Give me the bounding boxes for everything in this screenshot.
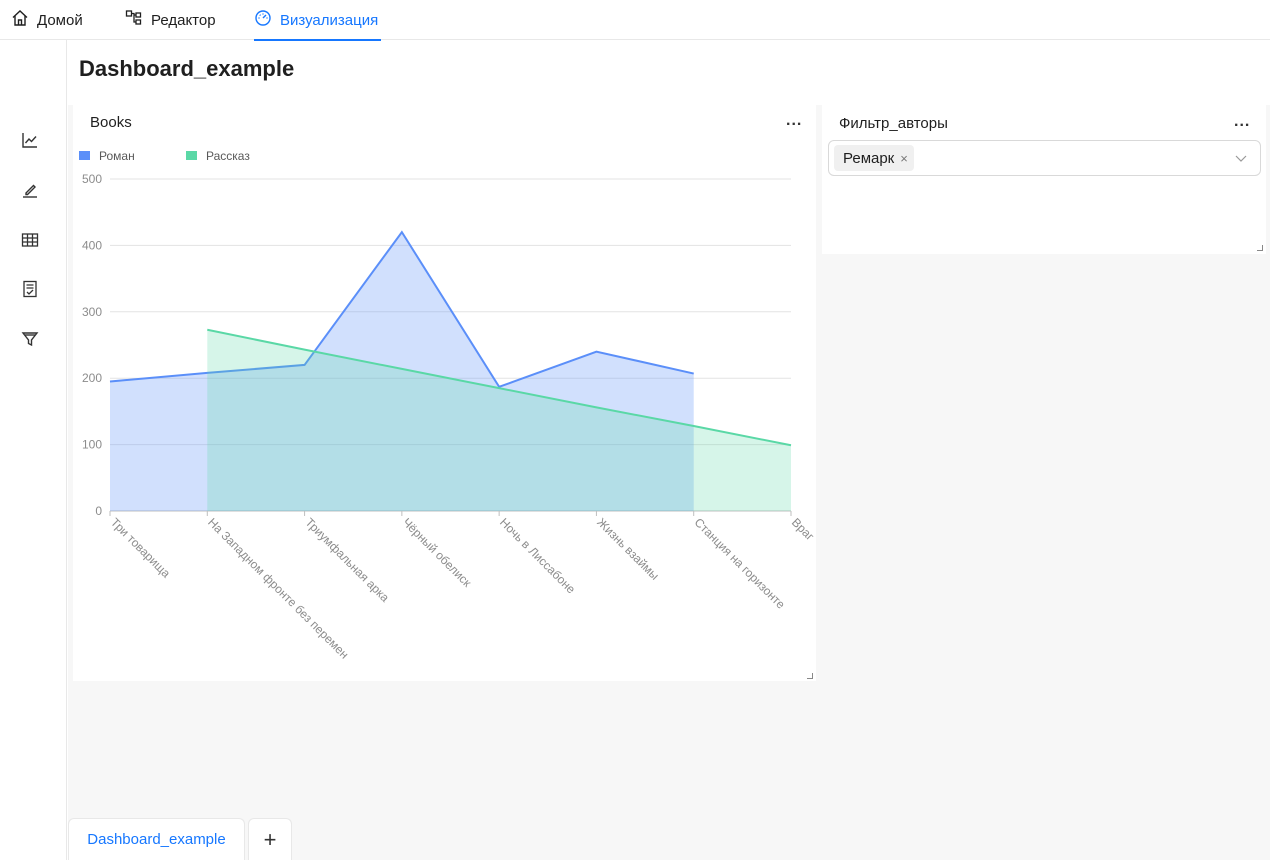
editor-schema-icon [125, 9, 143, 31]
line-chart-icon[interactable] [20, 130, 40, 150]
x-tick-label: Ночь в Лиссабоне [497, 515, 578, 596]
area-chart: 0100200300400500Три товарища На Западном … [79, 149, 816, 662]
table-icon[interactable] [20, 230, 40, 250]
legend-label: Роман [99, 149, 135, 163]
selected-author-label: Ремарк [843, 149, 895, 167]
resize-handle-icon[interactable] [1257, 245, 1263, 251]
add-dashboard-button[interactable]: + [248, 818, 292, 860]
chevron-down-icon[interactable] [1234, 151, 1248, 165]
x-tick-label: Чёрный обелиск [400, 515, 475, 590]
filter-panel-more-button[interactable]: ... [1234, 113, 1250, 131]
x-tick-label: Враг [789, 515, 816, 544]
x-tick-label: Станция на горизонте [692, 515, 789, 612]
x-tick-label: Жизнь взаймы [594, 515, 662, 583]
chart-panel: Books ... 0 100 200 300 400 500 Три товарища На… [73, 105, 816, 681]
main-area: Dashboard_example Books ... 0 100 200 300 40… [68, 41, 1270, 860]
filter-icon[interactable] [20, 329, 40, 349]
y-tick-label: 500 [82, 172, 102, 186]
x-tick-label: Триумфальная арка [302, 515, 392, 605]
legend-swatch [186, 151, 197, 160]
tab-home-label: Домой [37, 11, 83, 29]
resize-handle-icon[interactable] [807, 673, 813, 679]
legend-swatch [79, 151, 90, 160]
x-tick-label: Три товарища [108, 515, 173, 580]
y-tick-label: 300 [82, 305, 102, 319]
title-bar: Dashboard_example [68, 41, 1270, 105]
y-tick-label: 400 [82, 238, 102, 252]
left-sidebar [0, 40, 67, 860]
report-icon[interactable] [20, 279, 40, 299]
dashboard-tab[interactable]: Dashboard_example [68, 818, 245, 860]
page-title: Dashboard_example [79, 56, 295, 81]
filter-panel: Фильтр_авторы ... Ремарк × [822, 105, 1266, 254]
tab-visualization-label: Визуализация [280, 11, 379, 29]
y-tick-label: 200 [82, 371, 102, 385]
tag-close-icon[interactable]: × [900, 151, 908, 166]
legend-label: Рассказ [206, 149, 250, 163]
top-navigation: Домой Редактор Визуализация [0, 0, 1270, 41]
selected-author-tag: Ремарк × [834, 145, 914, 171]
filter-panel-title: Фильтр_авторы [839, 115, 948, 132]
home-icon [11, 9, 29, 31]
author-multiselect[interactable]: Ремарк × [828, 140, 1261, 176]
y-tick-label: 100 [82, 438, 102, 452]
series-area-2 [207, 329, 792, 511]
edit-icon[interactable] [20, 180, 40, 200]
y-tick-label: 0 [95, 504, 102, 518]
tab-home[interactable]: Домой [11, 0, 83, 40]
tab-editor[interactable]: Редактор [125, 0, 216, 40]
tab-editor-label: Редактор [151, 11, 216, 29]
tab-visualization[interactable]: Визуализация [254, 0, 381, 41]
dashboard-gauge-icon [254, 9, 272, 31]
